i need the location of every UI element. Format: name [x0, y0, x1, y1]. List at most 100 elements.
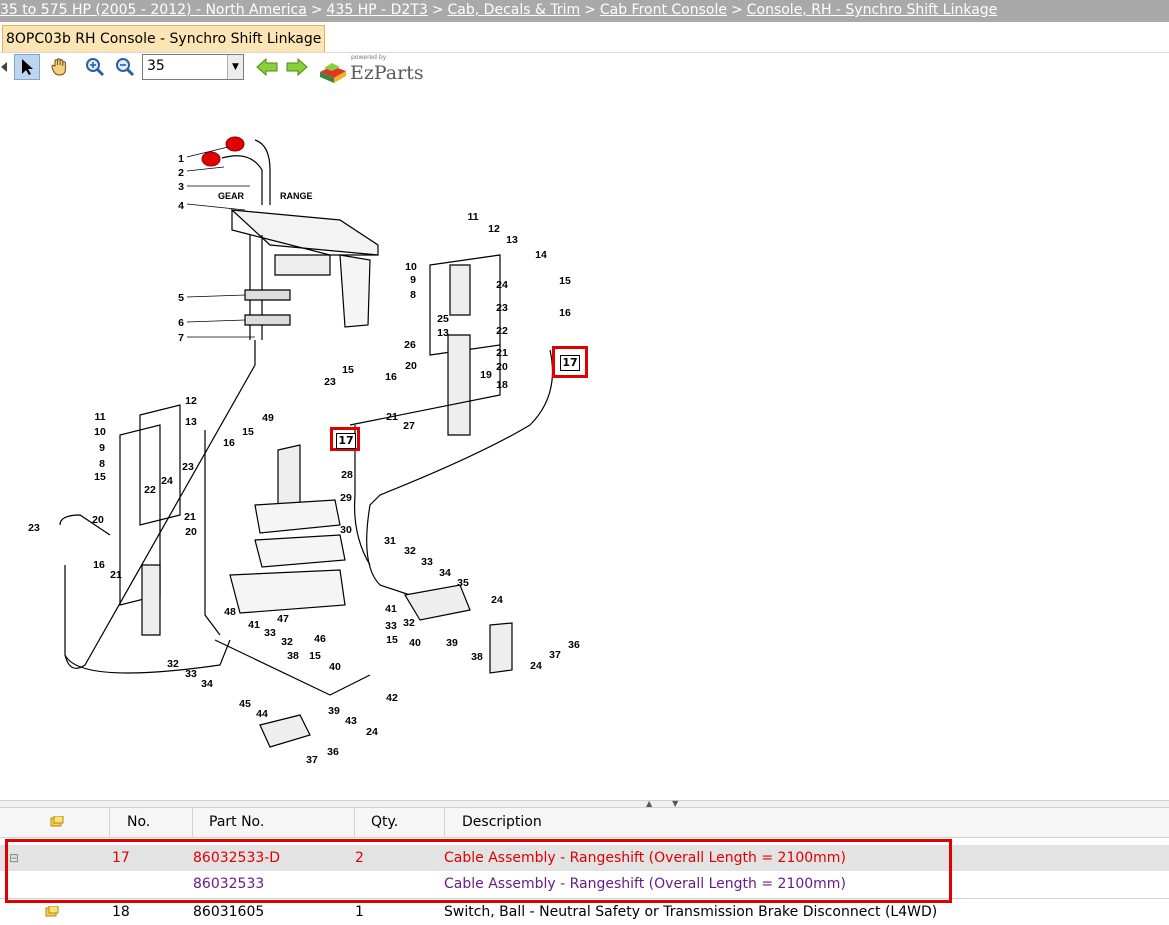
zoom-in-icon	[86, 58, 105, 77]
svg-text:23: 23	[28, 522, 40, 534]
svg-text:23: 23	[496, 302, 508, 314]
hand-icon	[51, 58, 66, 76]
column-header-qty[interactable]: Qty.	[355, 808, 445, 837]
svg-text:33: 33	[421, 556, 433, 568]
column-header-part-no[interactable]: Part No.	[193, 808, 355, 837]
svg-text:39: 39	[446, 637, 458, 649]
svg-text:26: 26	[404, 339, 416, 351]
pane-splitter[interactable]: ▲▼	[0, 799, 1169, 808]
svg-text:20: 20	[92, 514, 104, 526]
svg-text:9: 9	[99, 442, 105, 454]
breadcrumb-separator: >	[431, 2, 444, 18]
pointer-icon	[22, 59, 33, 75]
svg-text:15: 15	[94, 471, 106, 483]
svg-text:21: 21	[496, 347, 508, 359]
column-header-notes[interactable]	[0, 808, 110, 837]
svg-text:38: 38	[287, 650, 299, 662]
svg-text:42: 42	[386, 692, 398, 704]
pan-tool-button[interactable]	[46, 54, 72, 80]
svg-text:33: 33	[185, 668, 197, 680]
chevron-down-icon[interactable]: ▼	[227, 55, 243, 79]
svg-text:16: 16	[223, 437, 235, 449]
svg-text:16: 16	[385, 371, 397, 383]
svg-text:36: 36	[327, 746, 339, 758]
svg-text:24: 24	[366, 726, 378, 738]
ezparts-logo-icon	[320, 63, 346, 83]
toolbar-scroll-left-icon[interactable]	[0, 54, 8, 80]
range-label: RANGE	[280, 191, 313, 201]
logo-powered-by: powered by	[351, 54, 387, 61]
svg-text:10: 10	[94, 426, 106, 438]
parts-table-header: No. Part No. Qty. Description	[0, 808, 1169, 838]
svg-text:37: 37	[549, 649, 561, 661]
zoom-in-button[interactable]	[82, 54, 108, 80]
back-arrow-icon	[256, 58, 278, 76]
svg-text:32: 32	[167, 658, 179, 670]
svg-text:19: 19	[480, 369, 492, 381]
svg-text:15: 15	[309, 650, 321, 662]
zoom-out-icon	[116, 58, 135, 77]
gear-label: GEAR	[218, 191, 245, 201]
svg-text:31: 31	[384, 535, 396, 547]
svg-text:40: 40	[329, 661, 341, 673]
note-icon	[50, 816, 64, 827]
svg-text:32: 32	[281, 636, 293, 648]
forward-button[interactable]	[284, 54, 310, 80]
svg-text:36: 36	[568, 639, 580, 651]
ezparts-logo: powered by EzParts	[318, 54, 438, 88]
selected-part-highlight	[5, 839, 952, 903]
back-button[interactable]	[254, 54, 280, 80]
svg-text:15: 15	[342, 364, 354, 376]
svg-text:8: 8	[99, 458, 105, 470]
callout-17: 17	[336, 433, 356, 449]
column-header-no[interactable]: No.	[110, 808, 193, 837]
svg-text:8: 8	[410, 289, 416, 301]
svg-text:3: 3	[178, 181, 184, 193]
svg-text:28: 28	[341, 469, 353, 481]
tab-rh-console[interactable]: 8OPC03b RH Console - Synchro Shift Linka…	[2, 25, 326, 52]
splitter-arrows-icon[interactable]: ▲▼	[646, 799, 698, 808]
svg-text:49: 49	[262, 412, 274, 424]
svg-text:21: 21	[386, 411, 398, 423]
svg-text:38: 38	[471, 651, 483, 663]
breadcrumb-separator: >	[584, 2, 596, 18]
breadcrumb-link-cab-front-console[interactable]: Cab Front Console	[600, 2, 727, 18]
svg-text:4: 4	[178, 200, 184, 212]
parts-diagram[interactable]: 1234 567 8 9 10 11 12 13 15 24 23 16 20 21 22 21 20…	[0, 95, 700, 795]
svg-text:15: 15	[386, 634, 398, 646]
svg-text:15: 15	[242, 426, 254, 438]
svg-text:27: 27	[403, 420, 415, 432]
svg-text:33: 33	[385, 620, 397, 632]
svg-text:5: 5	[178, 292, 184, 304]
svg-text:18: 18	[496, 379, 508, 391]
svg-text:21: 21	[110, 569, 122, 581]
svg-text:23: 23	[182, 461, 194, 473]
zoom-out-button[interactable]	[112, 54, 138, 80]
svg-text:1: 1	[178, 153, 184, 165]
svg-text:47: 47	[277, 613, 289, 625]
callout-17: 17	[560, 355, 580, 371]
svg-text:16: 16	[559, 307, 571, 319]
breadcrumb-link-model[interactable]: 435 HP - D2T3	[327, 2, 428, 18]
breadcrumb-link-cab-decals-trim[interactable]: Cab, Decals & Trim	[448, 2, 581, 18]
svg-text:16: 16	[93, 559, 105, 571]
svg-text:34: 34	[439, 567, 451, 579]
column-header-description[interactable]: Description	[445, 808, 1169, 837]
pointer-tool-button[interactable]	[14, 54, 40, 80]
note-icon[interactable]	[45, 906, 59, 918]
svg-text:24: 24	[530, 660, 542, 672]
breadcrumb-link-model-range[interactable]: 35 to 575 HP (2005 - 2012) - North Ameri…	[0, 2, 307, 18]
zoom-level-select[interactable]: 35 ▼	[142, 54, 244, 80]
breadcrumb-link-console-rh[interactable]: Console, RH - Synchro Shift Linkage	[747, 2, 998, 18]
svg-text:10: 10	[405, 261, 417, 273]
callout-17-highlight[interactable]: 17	[552, 346, 588, 378]
callout-17-highlight[interactable]: 17	[330, 427, 360, 451]
svg-text:32: 32	[404, 545, 416, 557]
svg-text:33: 33	[264, 627, 276, 639]
svg-text:11: 11	[94, 411, 105, 423]
svg-text:24: 24	[491, 594, 503, 606]
svg-text:13: 13	[185, 416, 197, 428]
svg-text:11: 11	[467, 211, 478, 223]
svg-text:34: 34	[201, 678, 213, 690]
svg-text:6: 6	[178, 317, 184, 329]
